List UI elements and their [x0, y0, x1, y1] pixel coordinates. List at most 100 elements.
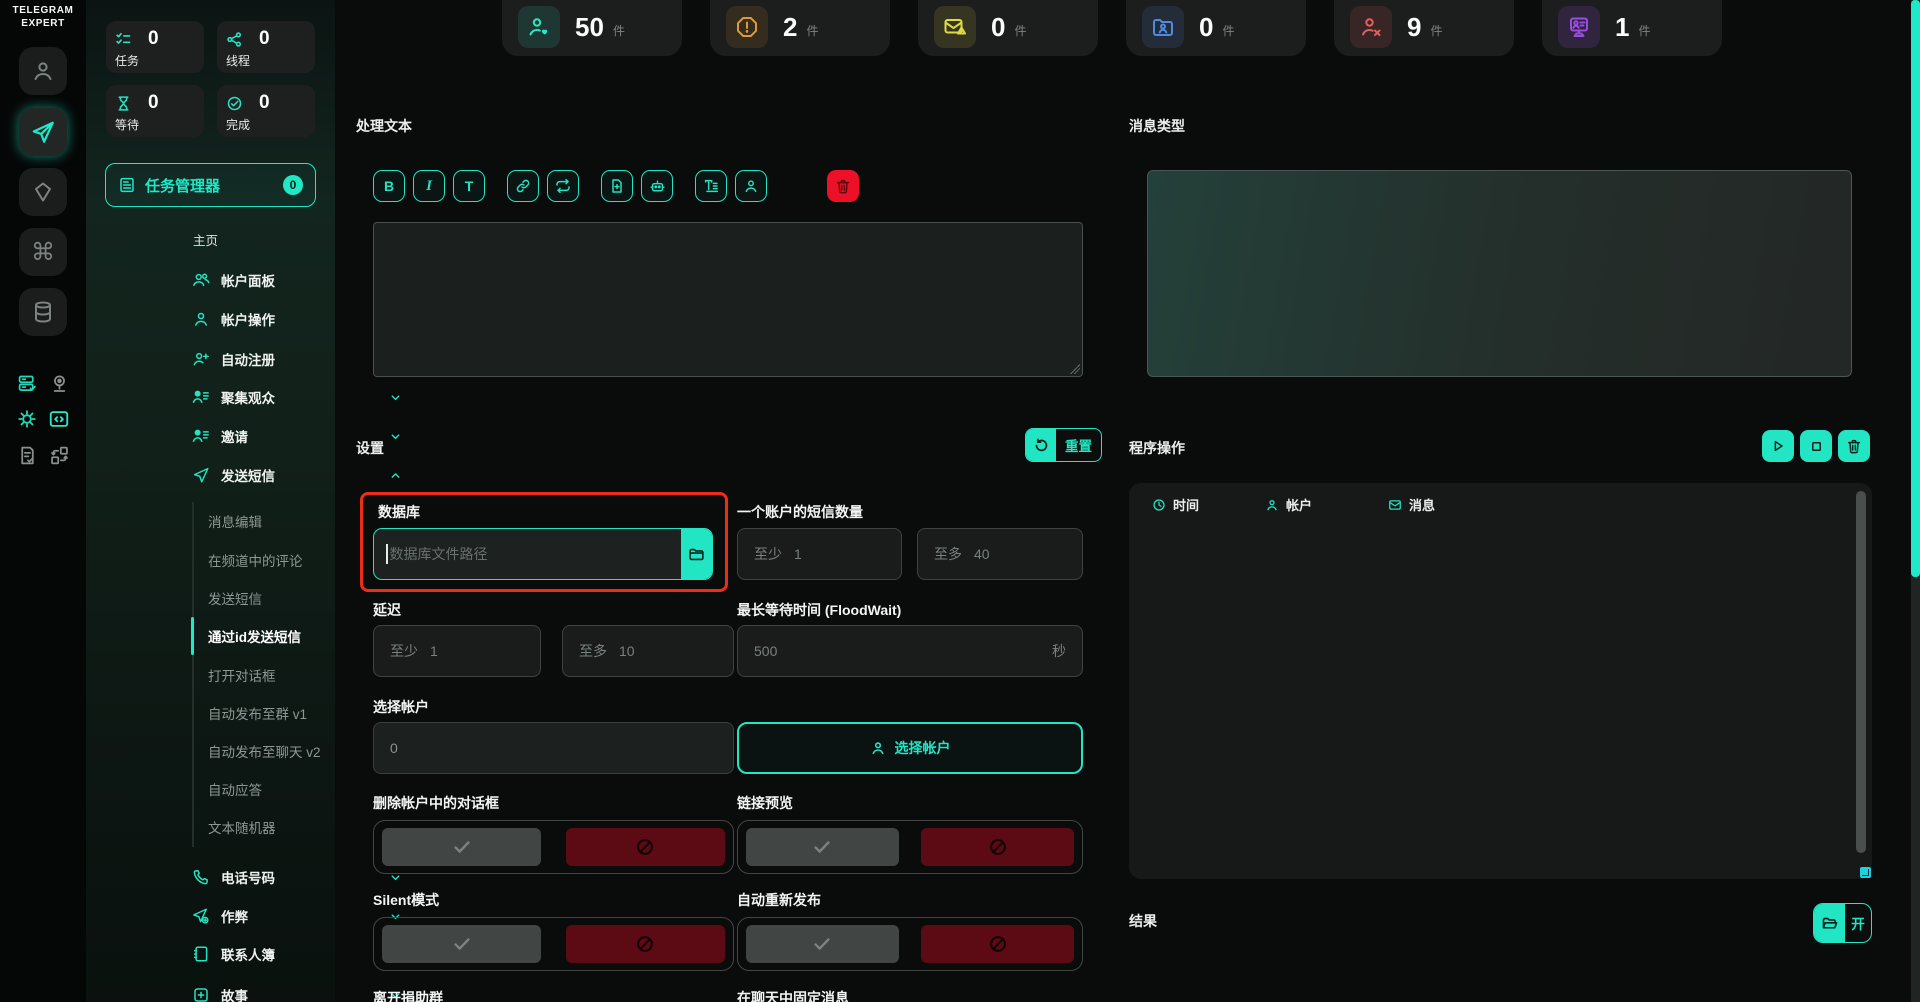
chevron-down-icon — [389, 391, 402, 404]
premium-rail-button[interactable] — [19, 168, 67, 216]
user-list-icon — [192, 388, 210, 406]
toggle-off-option[interactable] — [921, 828, 1074, 866]
delay-label: 延迟 — [373, 600, 401, 620]
sms-min-input[interactable]: 至少1 — [737, 528, 902, 580]
text-format-button[interactable] — [695, 170, 727, 202]
stat-value: 0 — [259, 92, 270, 114]
stop-icon — [1809, 439, 1824, 454]
toggle-off-option[interactable] — [566, 828, 725, 866]
delete-dialogs-toggle — [373, 820, 734, 874]
stat-value: 0 — [148, 92, 159, 114]
column-header-time: 时间 — [1152, 495, 1199, 514]
select-account-label: 选择帐户 — [373, 697, 429, 717]
sms-max-input[interactable]: 至多40 — [917, 528, 1083, 580]
nav-home[interactable]: 主页 — [193, 230, 218, 249]
task-manager-icon — [118, 176, 136, 194]
toggle-off-option[interactable] — [566, 925, 725, 963]
add-file-button[interactable] — [601, 170, 633, 202]
open-result-button[interactable]: 开 — [1813, 903, 1872, 943]
stop-button[interactable] — [1800, 430, 1832, 462]
user-list-icon — [192, 427, 210, 445]
swap-icon[interactable] — [48, 444, 70, 466]
start-button[interactable] — [1762, 430, 1794, 462]
check-icon — [451, 836, 473, 858]
stat-card-waiting: 0 等待 — [106, 85, 204, 137]
bot-button[interactable] — [641, 170, 673, 202]
result-label: 结果 — [1129, 911, 1157, 931]
icon-rail: TELEGRAMEXPERT ⌘ — [0, 0, 86, 1002]
select-account-button[interactable]: 选择帐户 — [737, 722, 1083, 774]
column-header-account: 帐户 — [1265, 495, 1312, 514]
link-preview-label: 链接预览 — [737, 793, 793, 813]
stat-card-tasks: 0 任务 — [106, 21, 204, 73]
clear-text-button[interactable] — [827, 170, 859, 202]
stat-label: 任务 — [115, 52, 195, 69]
toggle-off-option[interactable] — [921, 925, 1074, 963]
textarea-resize-handle[interactable] — [1070, 364, 1080, 374]
stat-label: 线程 — [226, 52, 306, 69]
submenu-guide-line — [192, 502, 194, 847]
italic-button[interactable]: I — [413, 170, 445, 202]
page-scrollbar — [1911, 0, 1920, 1002]
folder-user-icon — [1142, 6, 1184, 48]
send-rail-button[interactable] — [19, 108, 67, 156]
table-resize-handle[interactable] — [1860, 867, 1871, 878]
page-scrollbar-thumb[interactable] — [1911, 0, 1920, 577]
repeat-button[interactable] — [547, 170, 579, 202]
account-count-input[interactable]: 0 — [373, 722, 734, 774]
process-text-textarea[interactable] — [373, 222, 1083, 377]
paper-plane-plus-icon — [192, 907, 210, 925]
toggle-on-option[interactable] — [382, 925, 541, 963]
server-check-icon[interactable] — [16, 372, 38, 394]
sms-count-label: 一个账户的短信数量 — [737, 502, 863, 522]
trash-icon — [1846, 438, 1862, 454]
floodwait-label: 最长等待时间 (FloodWait) — [737, 600, 901, 620]
process-text-card: B I T — [355, 149, 1102, 392]
database-rail-button[interactable] — [19, 288, 67, 336]
stat-value: 0 — [148, 28, 159, 50]
book-icon — [192, 945, 210, 963]
accounts-rail-button[interactable] — [19, 47, 67, 95]
code-window-icon[interactable] — [48, 408, 70, 430]
document-check-icon[interactable] — [16, 444, 38, 466]
users-icon — [192, 271, 210, 289]
stat-value: 0 — [259, 28, 270, 50]
reset-button[interactable]: 重置 — [1025, 428, 1102, 462]
message-type-area[interactable] — [1147, 170, 1852, 377]
delay-min-input[interactable]: 至少1 — [373, 625, 541, 677]
stat-card-warnings: 2 件 — [710, 0, 890, 56]
sidebar: 0 任务 0 线程 0 等待 0 完成 任务 — [86, 0, 335, 1002]
stat-card-completed: 0 完成 — [217, 85, 315, 137]
commands-rail-button[interactable]: ⌘ — [19, 228, 67, 276]
robot-icon — [649, 178, 666, 195]
title-text-button[interactable]: T — [453, 170, 485, 202]
toggle-on-option[interactable] — [382, 828, 541, 866]
clear-log-button[interactable] — [1838, 430, 1870, 462]
floodwait-input[interactable]: 500秒 — [737, 625, 1083, 677]
folder-open-icon — [1814, 904, 1845, 942]
settings-title: 设置 — [356, 438, 384, 458]
user-icon — [31, 59, 55, 83]
task-manager-button[interactable]: 任务管理器 0 — [105, 163, 316, 207]
database-highlight-box — [360, 492, 728, 592]
link-icon — [515, 178, 531, 194]
program-ops-title: 程序操作 — [1129, 438, 1185, 458]
bot-gear-icon[interactable] — [16, 408, 38, 430]
app-logo: TELEGRAMEXPERT — [0, 4, 86, 30]
toggle-on-option[interactable] — [746, 925, 899, 963]
phone-icon — [192, 868, 210, 886]
webcam-icon[interactable] — [48, 372, 70, 394]
link-button[interactable] — [507, 170, 539, 202]
mail-icon — [1388, 498, 1402, 512]
bold-button[interactable]: B — [373, 170, 405, 202]
database-icon — [31, 300, 55, 324]
mention-user-button[interactable] — [735, 170, 767, 202]
stat-card-errors: 9 件 — [1334, 0, 1514, 56]
user-plus-icon — [192, 350, 210, 368]
delay-max-input[interactable]: 至多10 — [562, 625, 734, 677]
toggle-on-option[interactable] — [746, 828, 899, 866]
share-nodes-icon — [226, 31, 243, 48]
table-scrollbar[interactable] — [1856, 491, 1866, 853]
stat-card-folder: 0 件 — [1126, 0, 1306, 56]
check-circle-icon — [226, 95, 243, 112]
